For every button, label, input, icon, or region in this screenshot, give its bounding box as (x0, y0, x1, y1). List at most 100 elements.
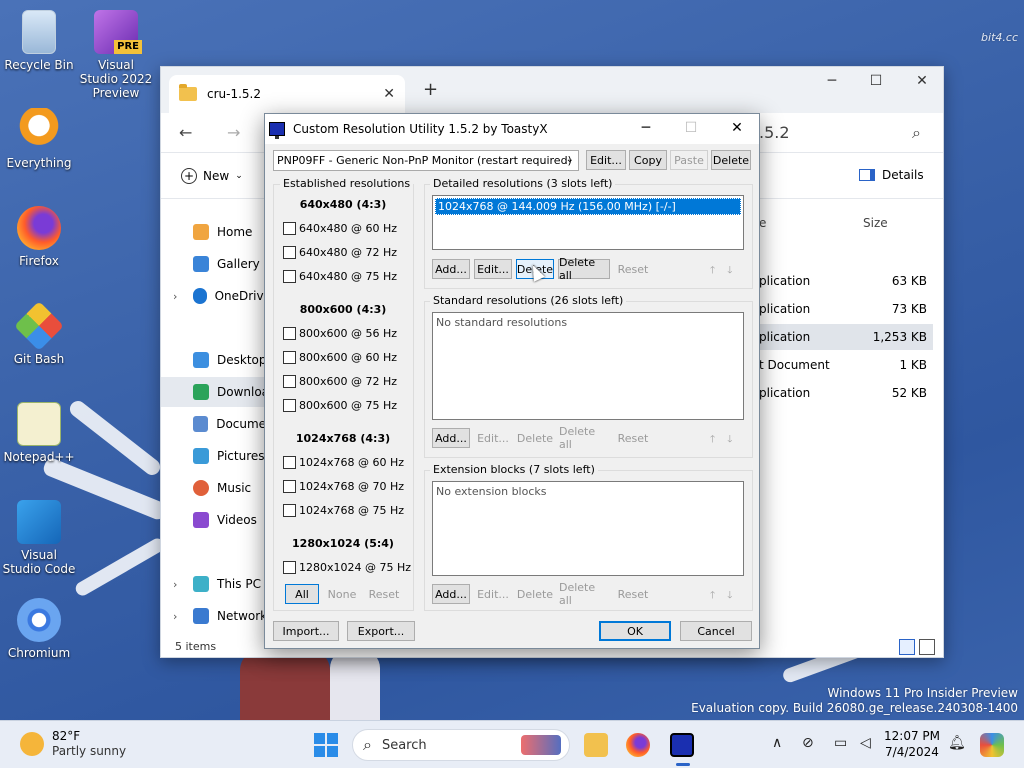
chevron-right-icon[interactable]: › (173, 290, 177, 303)
file-row[interactable]: t Document 1 KB (751, 352, 933, 378)
forward-arrow-icon[interactable]: → (227, 123, 240, 142)
edit-monitor-button[interactable]: Edit... (586, 150, 626, 170)
file-row-selected[interactable]: plication 1,253 KB (751, 324, 933, 350)
sidebar-item-documents[interactable]: Documer (161, 409, 271, 439)
sidebar-item-music[interactable]: Music (161, 473, 271, 503)
sidebar-item-onedrive[interactable]: › OneDrive (161, 281, 271, 311)
new-button[interactable]: + New ⌄ (181, 168, 243, 184)
display-icon[interactable]: ▭ (834, 735, 847, 751)
back-arrow-icon[interactable]: ← (179, 123, 192, 142)
firefox-taskbar-icon[interactable] (626, 733, 650, 757)
sidebar-item-this-pc[interactable]: › This PC (161, 569, 271, 599)
standard-delete-button[interactable]: Delete (516, 428, 554, 448)
desktop-icon-chromium[interactable]: Chromium (1, 598, 77, 660)
cru-dialog[interactable]: Custom Resolution Utility 1.5.2 by Toast… (264, 113, 760, 649)
detailed-item-selected[interactable]: 1024x768 @ 144.009 Hz (156.00 MHz) [-/-] (435, 198, 741, 215)
checkbox-box[interactable] (283, 399, 296, 412)
cru-taskbar-icon[interactable] (670, 733, 694, 757)
desktop-icon-recycle-bin[interactable]: Recycle Bin (1, 10, 77, 72)
detailed-list[interactable]: 1024x768 @ 144.009 Hz (156.00 MHz) [-/-] (432, 195, 744, 250)
sidebar-item-gallery[interactable]: Gallery (161, 249, 271, 279)
sidebar-item-pictures[interactable]: Pictures (161, 441, 271, 471)
file-row[interactable]: plication 73 KB (751, 296, 933, 322)
arrow-down-icon[interactable]: 🡓 (727, 263, 732, 280)
chevron-right-icon[interactable]: › (173, 578, 177, 591)
checkbox-box[interactable] (283, 222, 296, 235)
none-button[interactable]: None (325, 584, 359, 604)
extension-delete-all-button[interactable]: Delete all (558, 581, 610, 607)
arrow-up-icon[interactable]: 🡑 (710, 432, 715, 449)
monitor-select[interactable]: PNP09FF - Generic Non-PnP Monitor (resta… (273, 150, 579, 171)
res-checkbox[interactable]: 640x480 @ 75 Hz (283, 270, 397, 283)
checkbox-box[interactable] (283, 351, 296, 364)
checkbox-box[interactable] (283, 504, 296, 517)
res-checkbox[interactable]: 1024x768 @ 70 Hz (283, 480, 404, 493)
sidebar-item-home[interactable]: Home (161, 217, 271, 247)
standard-edit-button[interactable]: Edit... (474, 428, 512, 448)
arrow-down-icon[interactable]: 🡓 (727, 588, 732, 605)
copy-button[interactable]: Copy (629, 150, 667, 170)
standard-reset-button[interactable]: Reset (614, 428, 652, 448)
minimize-icon[interactable]: ─ (631, 120, 661, 136)
extension-delete-button[interactable]: Delete (516, 584, 554, 604)
res-checkbox[interactable]: 1024x768 @ 75 Hz (283, 504, 404, 517)
sidebar-item-desktop[interactable]: Desktop (161, 345, 271, 375)
extension-list[interactable]: No extension blocks (432, 481, 744, 576)
ok-button[interactable]: OK (599, 621, 671, 641)
checkbox-box[interactable] (283, 327, 296, 340)
sidebar-item-videos[interactable]: Videos (161, 505, 271, 535)
res-checkbox[interactable]: 640x480 @ 72 Hz (283, 246, 397, 259)
import-button[interactable]: Import... (273, 621, 339, 641)
column-header-type[interactable]: e (759, 216, 766, 230)
cancel-button[interactable]: Cancel (680, 621, 752, 641)
network-off-icon[interactable]: ⊘ (802, 735, 814, 751)
weather-widget[interactable]: 82°F Partly sunny (20, 729, 126, 759)
explorer-tab[interactable]: cru-1.5.2 ✕ (169, 75, 405, 113)
file-row[interactable]: plication 52 KB (751, 380, 933, 406)
desktop-icon-vscode[interactable]: Visual Studio Code (1, 500, 77, 576)
desktop-icon-notepadpp[interactable]: Notepad++ (1, 402, 77, 464)
arrow-up-icon[interactable]: 🡑 (710, 588, 715, 605)
sidebar-item-downloads[interactable]: Downloa (161, 377, 271, 407)
res-checkbox[interactable]: 800x600 @ 75 Hz (283, 399, 397, 412)
chevron-right-icon[interactable]: › (173, 610, 177, 623)
taskbar-search[interactable]: ⌕ Search (352, 729, 570, 761)
detailed-move-arrows[interactable]: 🡑 🡓 (710, 263, 732, 280)
column-header-size[interactable]: Size (863, 216, 888, 230)
desktop-icon-everything[interactable]: Everything (1, 108, 77, 170)
extension-edit-button[interactable]: Edit... (474, 584, 512, 604)
speaker-icon[interactable]: ◁ (860, 735, 871, 751)
desktop-icon-firefox[interactable]: Firefox (1, 206, 77, 268)
res-checkbox[interactable]: 1280x1024 @ 75 Hz (283, 561, 411, 574)
arrow-up-icon[interactable]: 🡑 (710, 263, 715, 280)
close-window-icon[interactable]: ✕ (907, 73, 937, 89)
checkbox-box[interactable] (283, 375, 296, 388)
res-checkbox[interactable]: 800x600 @ 60 Hz (283, 351, 397, 364)
checkbox-box[interactable] (283, 480, 296, 493)
sidebar-item-network[interactable]: › Network (161, 601, 271, 631)
desktop-icon-visual-studio[interactable]: PRE Visual Studio 2022 Preview (78, 10, 154, 100)
address-bar-fragment[interactable]: .5.2 (759, 123, 790, 142)
reset-established-button[interactable]: Reset (365, 584, 403, 604)
file-row[interactable]: plication 63 KB (751, 268, 933, 294)
start-icon[interactable] (314, 733, 338, 757)
standard-list[interactable]: No standard resolutions (432, 312, 744, 420)
details-button[interactable]: Details (859, 168, 924, 182)
checkbox-box[interactable] (283, 270, 296, 283)
checkbox-box[interactable] (283, 561, 296, 574)
res-checkbox[interactable]: 1024x768 @ 60 Hz (283, 456, 404, 469)
res-checkbox[interactable]: 640x480 @ 60 Hz (283, 222, 397, 235)
clock[interactable]: 12:07 PM 7/4/2024 (884, 728, 940, 760)
all-button[interactable]: All (285, 584, 319, 604)
extension-add-button[interactable]: Add... (432, 584, 470, 604)
extension-reset-button[interactable]: Reset (614, 584, 652, 604)
detailed-add-button[interactable]: Add... (432, 259, 470, 279)
res-checkbox[interactable]: 800x600 @ 56 Hz (283, 327, 397, 340)
desktop-icon-git-bash[interactable]: Git Bash (1, 301, 77, 366)
standard-add-button[interactable]: Add... (432, 428, 470, 448)
standard-move-arrows[interactable]: 🡑 🡓 (710, 432, 732, 449)
delete-monitor-button[interactable]: Delete (711, 150, 751, 170)
close-window-icon[interactable]: ✕ (722, 120, 752, 136)
paste-button[interactable]: Paste (670, 150, 708, 170)
detailed-reset-button[interactable]: Reset (614, 259, 652, 279)
